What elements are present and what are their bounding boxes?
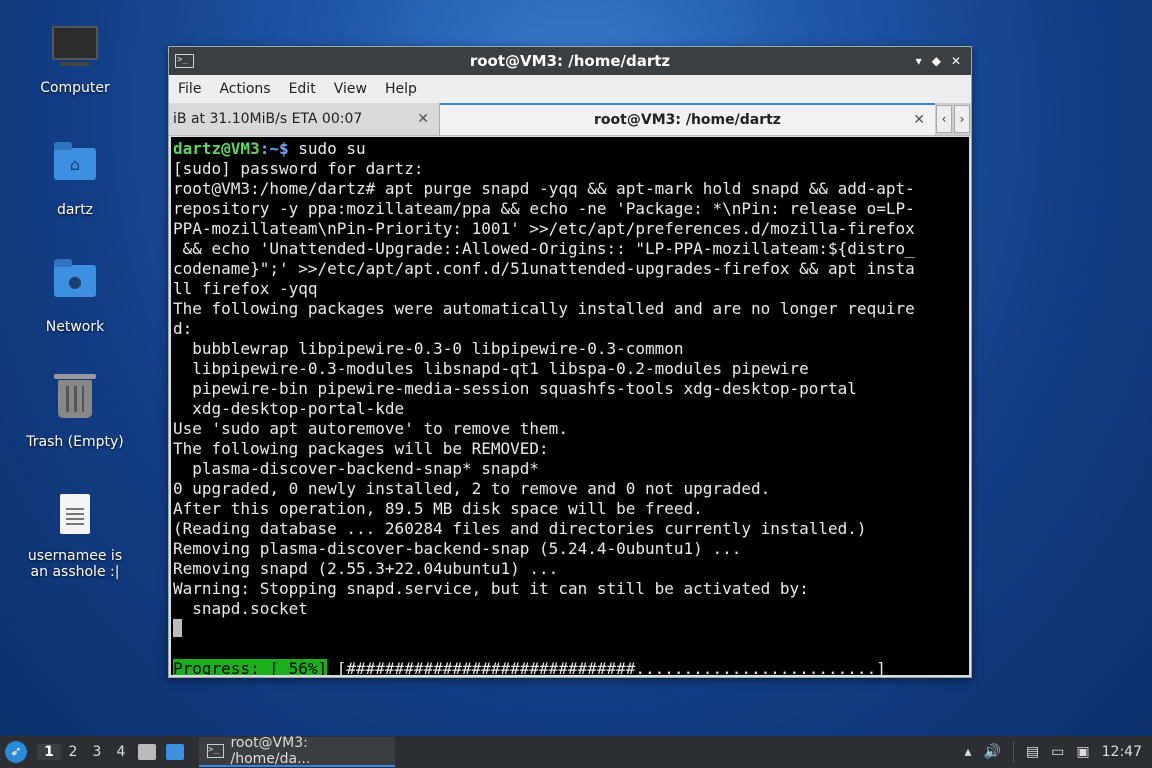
window-title: root@VM3: /home/dartz [469,52,671,70]
terminal-line: root@VM3:/home/dartz# apt purge snapd -y… [173,179,915,198]
terminal-line: && echo 'Unattended-Upgrade::Allowed-Ori… [173,239,915,258]
close-tab-icon[interactable]: ✕ [417,111,429,127]
system-tray: ▴ 🔊 ▤ ▭ ▣ 12:47 [964,742,1142,762]
terminal-line: Use 'sudo apt autoremove' to remove them… [173,419,568,438]
terminal-line: Warning: Stopping snapd.service, but it … [173,579,809,598]
prompt-path: :~$ [259,139,289,158]
workspace-1[interactable]: 1 [37,744,61,760]
terminal-line: The following packages will be REMOVED: [173,439,549,458]
terminal-line: bubblewrap libpipewire-0.3-0 libpipewire… [173,339,684,358]
window-titlebar[interactable]: >_ root@VM3: /home/dartz ▾ ◆ ✕ [169,47,971,75]
updates-icon[interactable]: ▣ [1076,744,1089,760]
task-label: root@VM3: /home/da... [230,735,311,767]
terminal-lines: [sudo] password for dartz: root@VM3:/home… [173,159,967,619]
tab-scroll-right-icon[interactable]: › [954,105,970,133]
desktop-icon-trash[interactable]: Trash (Empty) [15,372,135,450]
network-folder-icon: ● [51,259,99,313]
trash-icon [51,374,99,428]
menu-edit[interactable]: Edit [280,81,325,97]
clipboard-icon[interactable]: ▤ [1026,744,1039,760]
text-cursor [173,619,182,637]
tray-up-arrow-icon[interactable]: ▴ [964,744,971,760]
terminal-window: >_ root@VM3: /home/dartz ▾ ◆ ✕ File Acti… [168,46,972,678]
tab-download[interactable]: iB at 31.10MiB/s ETA 00:07 ✕ [169,103,440,135]
terminal-line: d: [173,319,193,338]
clock[interactable]: 12:47 [1102,744,1142,760]
taskbar: ➶ 1 2 3 4 >_ root@VM3: /home/da... ▴ 🔊 ▤… [0,735,1152,768]
menu-view[interactable]: View [325,81,376,97]
desktop-icon-network[interactable]: ● Network [15,255,135,335]
terminal-line: Removing snapd (2.55.3+22.04ubuntu1) ... [173,559,559,578]
menu-help[interactable]: Help [376,81,426,97]
terminal-line: ll firefox -yqq [173,279,318,298]
terminal-line: [sudo] password for dartz: [173,159,424,178]
network-icon[interactable]: ▭ [1051,744,1064,760]
desktop-icon-label: Computer [40,80,110,96]
tab-bar: iB at 31.10MiB/s ETA 00:07 ✕ root@VM3: /… [169,103,971,136]
menu-bar: File Actions Edit View Help [169,75,971,103]
start-menu-icon[interactable]: ➶ [5,741,27,763]
computer-icon [51,26,99,74]
terminal-line: 0 upgraded, 0 newly installed, 2 to remo… [173,479,771,498]
minimize-icon[interactable]: ▾ [916,54,922,68]
maximize-icon[interactable]: ◆ [932,54,941,68]
terminal-icon: >_ [207,744,225,758]
desktop-icon-label: Trash (Empty) [26,434,124,450]
text-file-icon [51,494,99,542]
desktop-icon-label: Network [45,319,105,335]
close-tab-icon[interactable]: ✕ [913,112,925,128]
terminal-line: pipewire-bin pipewire-media-session squa… [173,379,857,398]
tab-terminal[interactable]: root@VM3: /home/dartz ✕ [440,103,935,135]
home-folder-icon: ⌂ [51,142,99,196]
prompt-command: sudo su [288,139,366,158]
volume-icon[interactable]: 🔊 [984,744,1001,760]
menu-actions[interactable]: Actions [210,81,279,97]
terminal-line: codename}";' >>/etc/apt/apt.conf.d/51una… [173,259,915,278]
terminal-icon: >_ [175,54,194,68]
terminal-line: (Reading database ... 260284 files and d… [173,519,867,538]
workspace-3[interactable]: 3 [85,744,109,760]
progress-bar: [##############################.........… [327,659,886,675]
terminal-line: libpipewire-0.3-modules libsnapd-qt1 lib… [173,359,809,378]
menu-file[interactable]: File [169,81,210,97]
taskbar-task-terminal[interactable]: >_ root@VM3: /home/da... [199,735,395,767]
terminal-line: After this operation, 89.5 MB disk space… [173,499,703,518]
desktop-icon-dartz[interactable]: ⌂ dartz [15,138,135,218]
terminal-output[interactable]: dartz@VM3:~$ sudo su [sudo] password for… [171,137,969,675]
prompt-user: dartz@VM3 [173,139,260,158]
desktop-icon-computer[interactable]: Computer [15,20,135,96]
workspace-2[interactable]: 2 [61,744,85,760]
terminal-line: repository -y ppa:mozillateam/ppa && ech… [173,199,915,218]
terminal-line: Removing plasma-discover-backend-snap (5… [173,539,742,558]
desktop-icon-label: usernamee is an asshole :| [27,548,123,580]
terminal-line: PPA-mozillateam\nPin-Priority: 1001' >>/… [173,219,915,238]
show-desktop-icon[interactable] [166,744,184,760]
terminal-line: plasma-discover-backend-snap* snapd* [173,459,540,478]
tab-label: root@VM3: /home/dartz [594,112,781,128]
terminal-line: xdg-desktop-portal-kde [173,399,405,418]
tab-scroll-left-icon[interactable]: ‹ [936,105,952,133]
workspace-4[interactable]: 4 [109,744,133,760]
terminal-line: snapd.socket [173,599,308,618]
terminal-line: The following packages were automaticall… [173,299,915,318]
desktop-icon-label: dartz [56,202,94,218]
close-icon[interactable]: ✕ [951,54,961,68]
file-manager-icon[interactable] [138,744,156,760]
tab-label: iB at 31.10MiB/s ETA 00:07 [173,111,363,127]
progress-label: Progress: [ 56%] [173,659,328,675]
desktop-icon-text-file[interactable]: usernamee is an asshole :| [15,490,135,580]
